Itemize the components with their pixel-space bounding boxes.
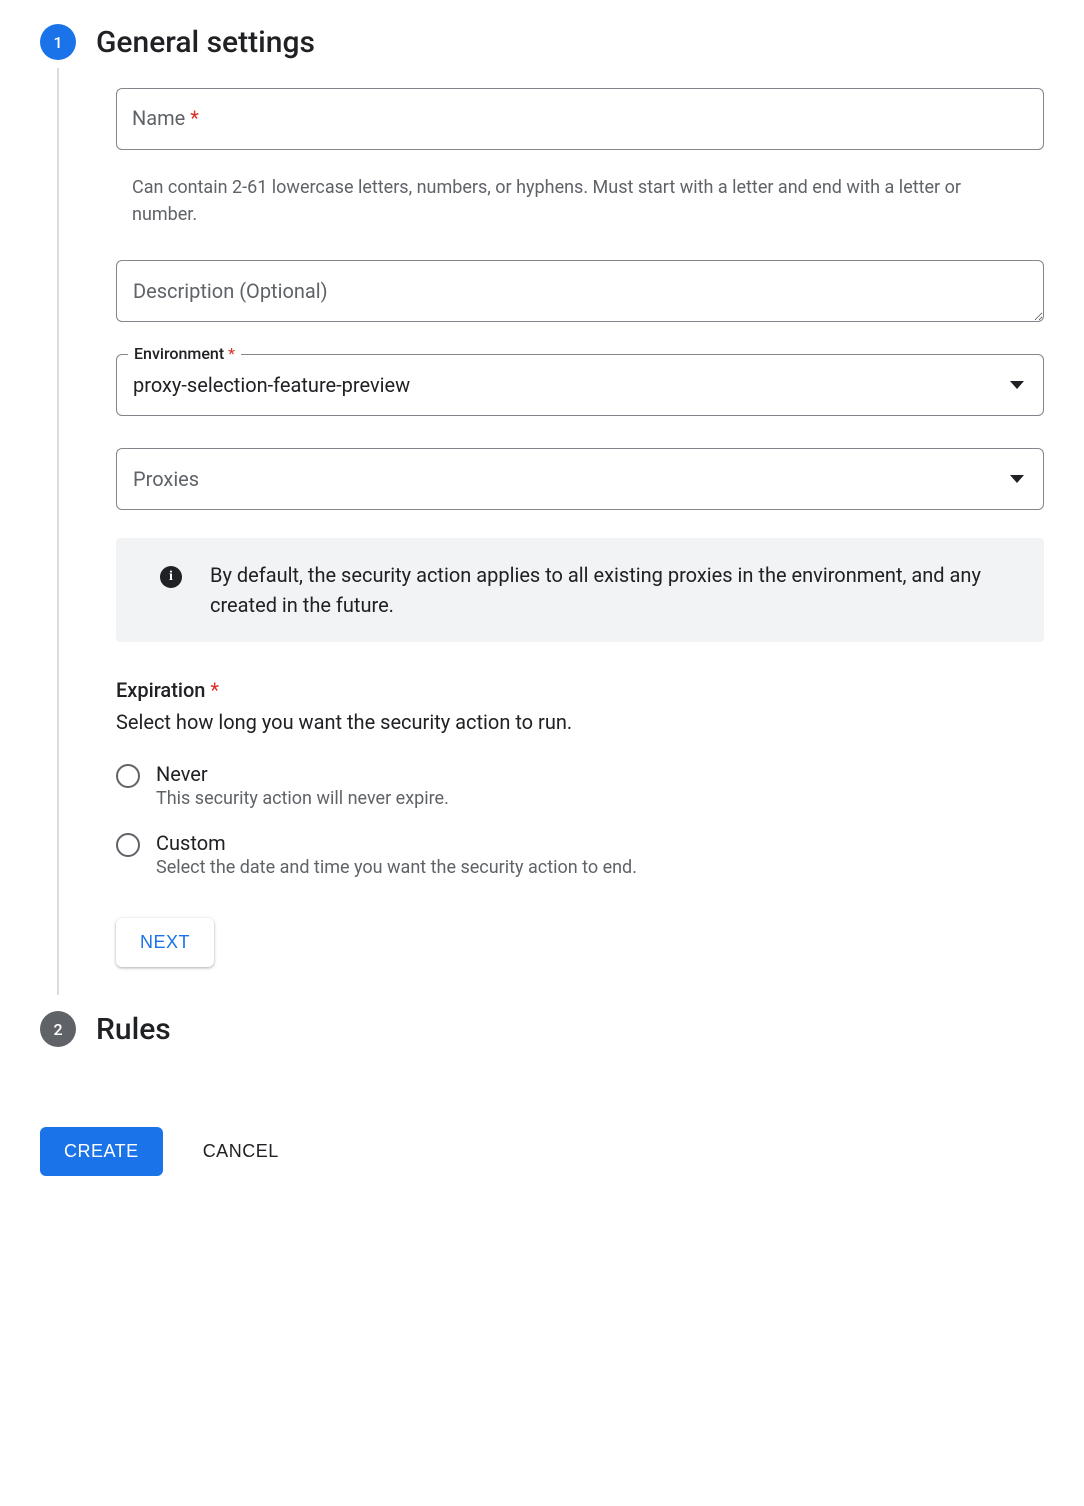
proxies-info-banner: i By default, the security action applie…	[116, 538, 1044, 642]
environment-select[interactable]: proxy-selection-feature-preview	[116, 354, 1044, 416]
expiration-option-custom[interactable]: Custom Select the date and time you want…	[116, 831, 1044, 878]
info-text: By default, the security action applies …	[210, 560, 1020, 620]
radio-title: Custom	[156, 831, 637, 855]
step-1-body: Name * Can contain 2-61 lowercase letter…	[57, 68, 1044, 995]
chevron-down-icon	[1010, 381, 1024, 389]
step-2-header[interactable]: 2 Rules	[40, 1011, 1044, 1047]
radio-icon	[116, 833, 140, 857]
description-field-wrap	[116, 260, 1044, 326]
info-icon: i	[160, 566, 182, 588]
radio-sub: Select the date and time you want the se…	[156, 857, 637, 878]
step-2-title: Rules	[96, 1012, 171, 1047]
radio-text: Never This security action will never ex…	[156, 762, 449, 809]
environment-label: Environment *	[128, 344, 241, 363]
name-input[interactable]	[116, 88, 1044, 150]
proxies-select[interactable]: Proxies	[116, 448, 1044, 510]
expiration-label: Expiration *	[116, 678, 1044, 702]
radio-sub: This security action will never expire.	[156, 788, 449, 809]
create-button[interactable]: CREATE	[40, 1127, 163, 1176]
chevron-down-icon	[1010, 475, 1024, 483]
name-field-wrap: Name *	[116, 88, 1044, 150]
expiration-sub: Select how long you want the security ac…	[116, 710, 1044, 734]
step-1-header: 1 General settings	[40, 24, 1044, 60]
step-1-title: General settings	[96, 25, 315, 60]
environment-value: proxy-selection-feature-preview	[133, 373, 410, 397]
radio-title: Never	[156, 762, 449, 786]
name-helper-text: Can contain 2-61 lowercase letters, numb…	[116, 168, 1044, 228]
proxies-placeholder: Proxies	[133, 467, 199, 491]
expiration-option-never[interactable]: Never This security action will never ex…	[116, 762, 1044, 809]
environment-select-wrap: Environment * proxy-selection-feature-pr…	[116, 354, 1044, 416]
footer-actions: CREATE CANCEL	[40, 1127, 1044, 1176]
next-button[interactable]: NEXT	[116, 918, 214, 967]
description-textarea[interactable]	[116, 260, 1044, 322]
radio-icon	[116, 764, 140, 788]
step-1-badge: 1	[40, 24, 76, 60]
radio-text: Custom Select the date and time you want…	[156, 831, 637, 878]
step-2-badge: 2	[40, 1011, 76, 1047]
proxies-select-wrap: Proxies	[116, 448, 1044, 510]
cancel-button[interactable]: CANCEL	[203, 1141, 279, 1162]
